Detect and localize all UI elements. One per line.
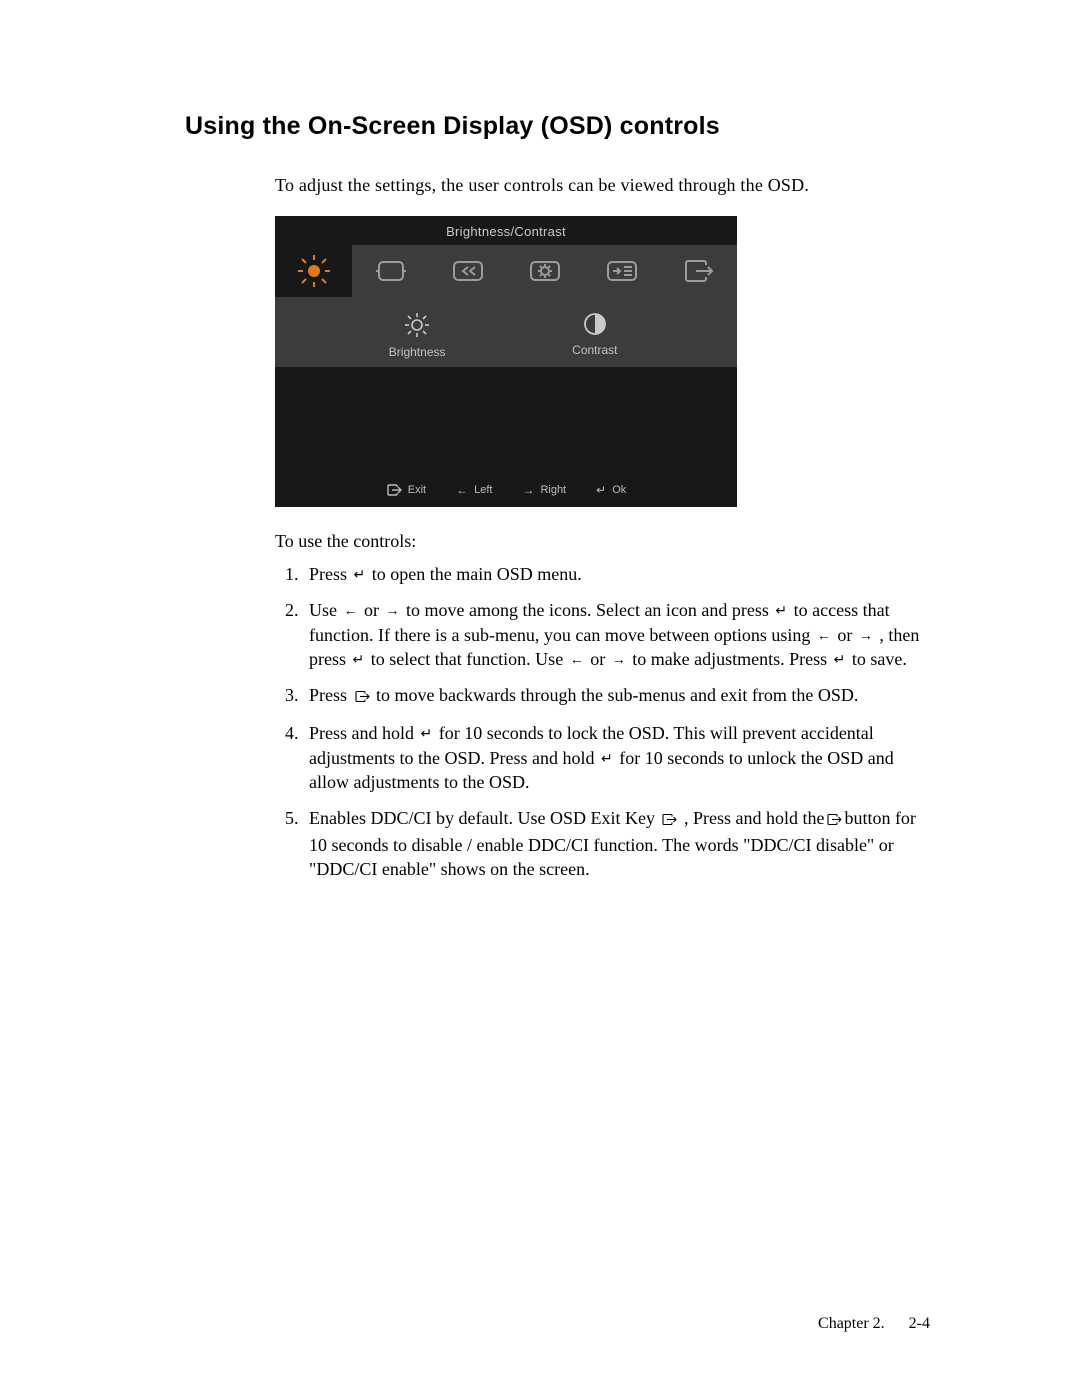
section-heading: Using the On-Screen Display (OSD) contro… [185,112,930,141]
osd-tab-image-properties[interactable] [506,245,583,297]
step-3-text-a: Press [309,685,352,705]
arrow-left-icon: ← [815,626,833,645]
osd-tab-image-position[interactable] [352,245,429,297]
step-2: Use ← or → to move among the icons. Sele… [303,598,930,671]
arrow-left-icon: ← [568,650,586,669]
osd-submenu: Brightness Contrast [275,297,737,367]
exit-key-icon [659,808,679,832]
enter-key-icon: ↵ [352,565,368,584]
osd-header: Brightness/Contrast [275,216,737,245]
options-icon [605,257,639,285]
osd-tab-bar [275,245,737,297]
arrow-right-icon: → [857,626,875,645]
osd-sub-spacer-right [684,311,737,359]
exit-small-icon [386,483,402,497]
step-2-text-b: or [360,600,384,620]
intro-paragraph: To adjust the settings, the user control… [275,175,930,196]
step-2-text-h: or [586,649,610,669]
osd-hint-ok: ↵ Ok [596,483,626,497]
step-2-text-j: to save. [847,649,906,669]
osd-sub-spacer-left [275,311,328,359]
enter-key-icon: ↵ [599,749,615,768]
step-1: Press ↵ to open the main OSD menu. [303,562,930,586]
step-3-text-b: to move backwards through the sub-menus … [372,685,859,705]
exit-icon [682,257,716,285]
enter-icon: ↵ [596,483,606,497]
step-2-text-a: Use [309,600,342,620]
step-4: Press and hold ↵ for 10 seconds to lock … [303,721,930,794]
arrow-right-icon: → [522,483,534,497]
arrow-right-icon: → [384,601,402,620]
arrow-left-icon: ← [342,601,360,620]
step-5: Enables DDC/CI by default. Use OSD Exit … [303,806,930,881]
arrow-left-icon: ← [456,483,468,497]
osd-hint-left-label: Left [474,484,492,496]
osd-sub-contrast[interactable]: Contrast [506,311,684,359]
osd-hint-right: → Right [522,483,566,497]
enter-key-icon: ↵ [419,724,435,743]
osd-sub-brightness[interactable]: Brightness [328,311,506,359]
step-2-text-c: to move among the icons. Select an icon … [402,600,774,620]
step-4-text-a: Press and hold [309,723,419,743]
step-2-text-i: to make adjustments. Press [628,649,832,669]
footer-chapter: Chapter 2. [818,1315,885,1332]
step-5-text-a: Enables DDC/CI by default. Use OSD Exit … [309,808,659,828]
position-icon [374,257,408,285]
osd-hint-left: ← Left [456,483,492,497]
exit-key-icon [824,808,844,832]
osd-tab-image-setup[interactable] [429,245,506,297]
manual-page: Using the On-Screen Display (OSD) contro… [0,0,1080,1397]
osd-hint-right-label: Right [540,484,566,496]
lead-paragraph: To use the controls: [275,531,930,552]
arrow-right-icon: → [610,650,628,669]
sun-icon [297,254,331,288]
osd-hint-exit-label: Exit [408,484,426,496]
footer-page-number: 2-4 [909,1315,930,1332]
osd-tab-exit[interactable] [660,245,737,297]
enter-key-icon: ↵ [832,650,848,669]
step-1-text-b: to open the main OSD menu. [367,564,581,584]
step-2-text-e: or [833,625,857,645]
enter-key-icon: ↵ [773,601,789,620]
osd-hint-ok-label: Ok [612,484,626,496]
step-2-text-g: to select that function. Use [366,649,567,669]
osd-tab-options[interactable] [583,245,660,297]
instruction-list: Press ↵ to open the main OSD menu. Use ←… [275,562,930,881]
osd-tab-brightness-contrast[interactable] [275,245,352,297]
exit-key-icon [352,685,372,709]
setup-icon [451,257,485,285]
enter-key-icon: ↵ [351,650,367,669]
osd-blank-area [275,367,737,475]
osd-sub-contrast-label: Contrast [572,343,617,357]
page-footer: Chapter 2. 2-4 [818,1315,930,1333]
osd-hint-exit: Exit [386,483,426,497]
step-5-text-b: , Press and hold the [679,808,824,828]
osd-footer-bar: Exit ← Left → Right ↵ Ok [275,475,737,507]
brightness-icon [403,311,431,339]
properties-icon [528,257,562,285]
contrast-icon [582,311,608,337]
step-3: Press to move backwards through the sub-… [303,683,930,709]
osd-panel: Brightness/Contrast [275,216,737,507]
step-1-text-a: Press [309,564,352,584]
osd-sub-brightness-label: Brightness [389,345,446,359]
